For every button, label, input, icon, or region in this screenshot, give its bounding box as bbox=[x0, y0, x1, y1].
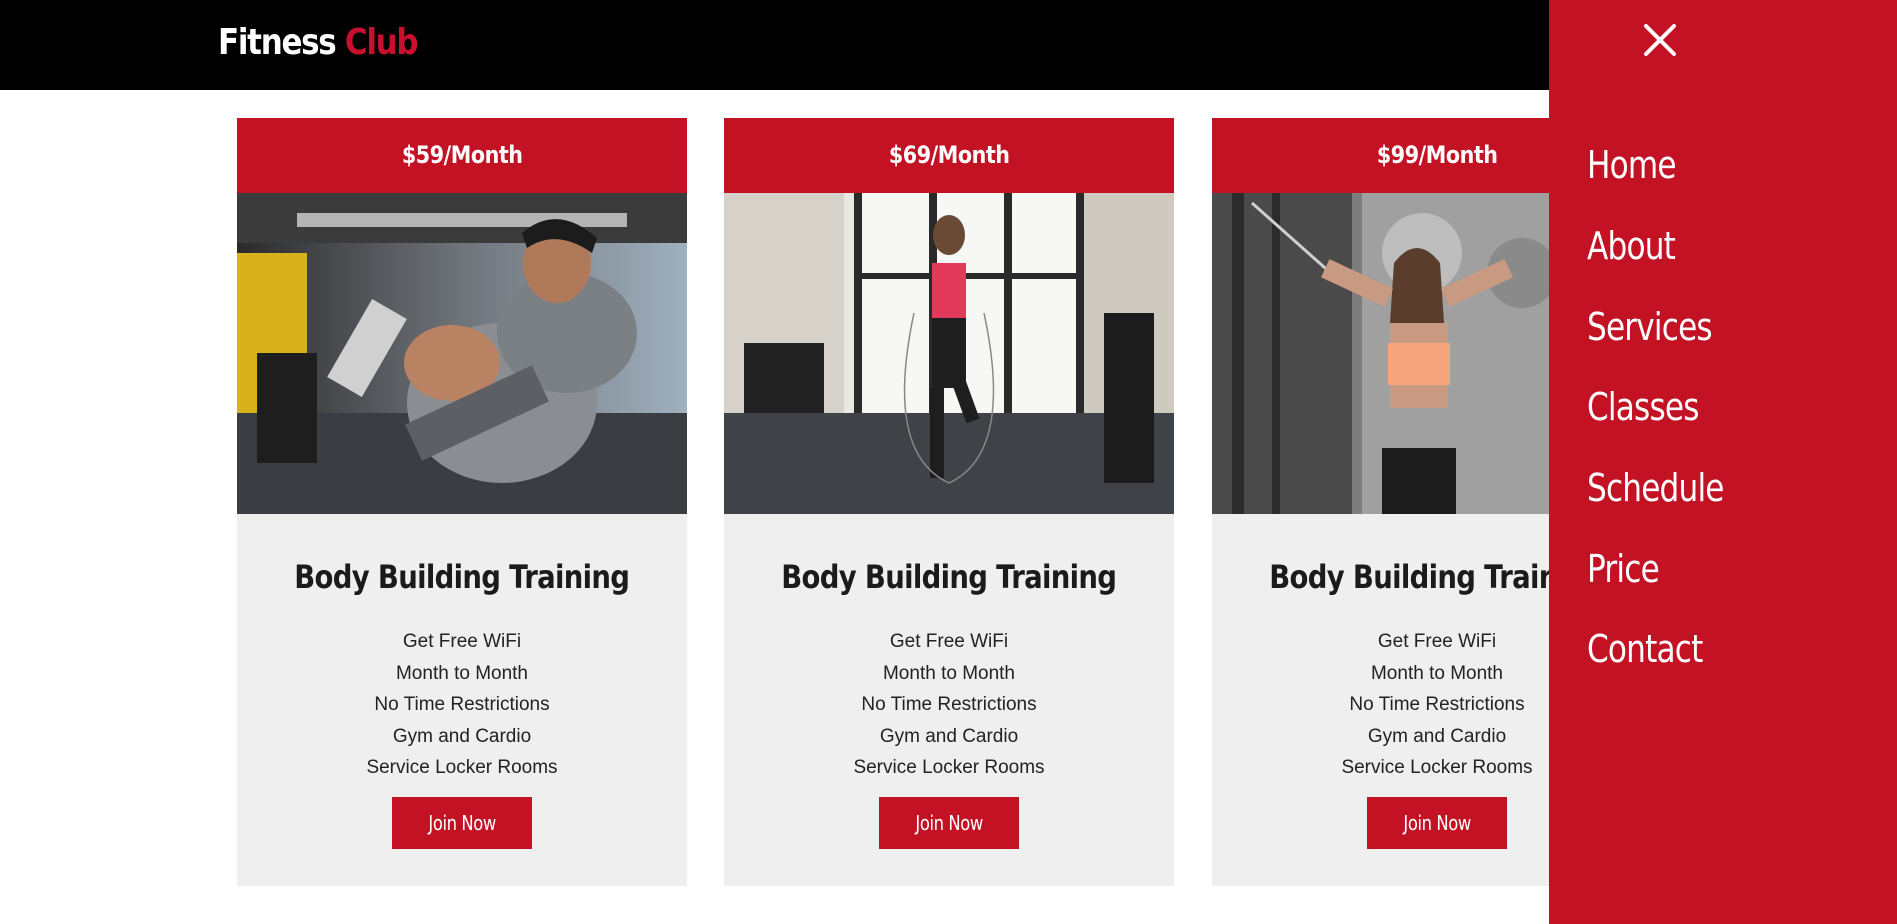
pricing-card: $69/Month Body Building Training Get Fre… bbox=[724, 118, 1174, 886]
feature-item: Month to Month bbox=[395, 662, 529, 684]
nav-item-services[interactable]: Services bbox=[1587, 301, 1713, 353]
feature-item: Get Free WiFi bbox=[402, 631, 522, 652]
nav-item-classes[interactable]: Classes bbox=[1587, 381, 1699, 433]
feature-list: Get Free WiFi Month to Month No Time Res… bbox=[724, 626, 1174, 784]
feature-item: Service Locker Rooms bbox=[366, 757, 558, 778]
feature-item: No Time Restrictions bbox=[861, 694, 1037, 715]
price-header: $69/Month bbox=[724, 118, 1174, 193]
logo-text-fitness: Fitness bbox=[218, 22, 337, 63]
nav-item-price[interactable]: Price bbox=[1587, 543, 1660, 595]
price-label: $99/Month bbox=[1376, 141, 1498, 169]
logo-text-club: Club bbox=[344, 22, 419, 63]
join-now-button[interactable]: Join Now bbox=[879, 797, 1019, 849]
nav-item-about[interactable]: About bbox=[1587, 220, 1676, 272]
feature-item: Gym and Cardio bbox=[879, 725, 1019, 747]
nav-item-contact[interactable]: Contact bbox=[1587, 623, 1703, 675]
side-navigation: Home About Services Classes Schedule Pri… bbox=[1549, 0, 1897, 924]
card-photo bbox=[237, 193, 687, 514]
price-header: $59/Month bbox=[237, 118, 687, 193]
feature-item: Gym and Cardio bbox=[392, 725, 532, 747]
nav-item-schedule[interactable]: Schedule bbox=[1587, 462, 1724, 514]
feature-item: No Time Restrictions bbox=[374, 694, 550, 715]
feature-list: Get Free WiFi Month to Month No Time Res… bbox=[237, 626, 687, 784]
card-title: Body Building Training bbox=[781, 558, 1117, 596]
site-logo[interactable]: Fitness Club bbox=[218, 22, 419, 63]
feature-item: Service Locker Rooms bbox=[853, 757, 1045, 778]
price-label: $59/Month bbox=[401, 141, 523, 169]
join-now-button[interactable]: Join Now bbox=[1367, 797, 1507, 849]
feature-item: Get Free WiFi bbox=[889, 631, 1009, 652]
card-photo bbox=[724, 193, 1174, 514]
nav-item-home[interactable]: Home bbox=[1587, 139, 1677, 191]
feature-item: Month to Month bbox=[882, 662, 1016, 684]
card-title: Body Building Training bbox=[294, 558, 630, 596]
close-icon[interactable] bbox=[1642, 22, 1678, 58]
price-label: $69/Month bbox=[888, 141, 1010, 169]
pricing-card: $59/Month Body Building Training Get Fre… bbox=[237, 118, 687, 886]
join-now-button[interactable]: Join Now bbox=[392, 797, 532, 849]
